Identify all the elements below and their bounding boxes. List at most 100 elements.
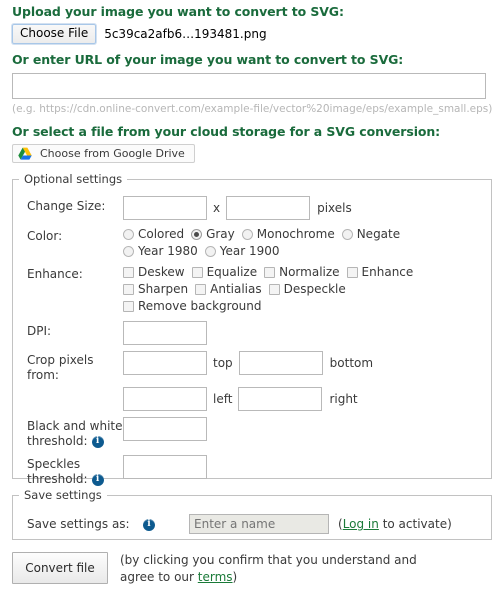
color-option-gray[interactable]: Gray (191, 226, 235, 243)
enhance-option-normalize[interactable]: Normalize (264, 264, 340, 281)
change-size-unit: pixels (317, 201, 352, 215)
radio-year-1980[interactable] (123, 246, 134, 257)
enhance-option-equalize[interactable]: Equalize (191, 264, 258, 281)
speckles-threshold-row: Speckles threshold: (27, 455, 491, 487)
radio-monochrome[interactable] (241, 229, 253, 240)
crop-label-line1: Crop pixels (27, 353, 94, 367)
crop-right-input[interactable] (238, 387, 323, 411)
save-settings-info-icon[interactable] (143, 518, 155, 531)
selected-file-name: 5c39ca2afb6…193481.png (104, 27, 267, 41)
enhance-option-normalize-label: Normalize (279, 265, 340, 279)
color-label: Color: (27, 229, 63, 243)
checkbox-remove-background[interactable] (123, 301, 134, 312)
enhance-option-enhance-label: Enhance (361, 265, 414, 279)
color-option-colored[interactable]: Colored (123, 226, 184, 243)
enhance-option-despeckle-label: Despeckle (283, 282, 346, 296)
radio-year-1900[interactable] (204, 246, 216, 257)
checkbox-sharpen[interactable] (123, 284, 134, 295)
bw-threshold-label: Black and white threshold: (27, 417, 123, 449)
enhance-option-antialias[interactable]: Antialias (195, 281, 262, 298)
file-upload-row: Choose File 5c39ca2afb6…193481.png (12, 24, 492, 44)
dpi-row: DPI: (27, 321, 491, 345)
crop-left-input[interactable] (123, 387, 207, 411)
enhance-option-despeckle[interactable]: Despeckle (268, 281, 346, 298)
speckles-threshold-label-line2: threshold: (27, 472, 88, 486)
radio-negate[interactable] (341, 229, 353, 240)
bw-threshold-row: Black and white threshold: (27, 417, 491, 449)
terms-link[interactable]: terms (198, 570, 233, 584)
color-option-year-1900[interactable]: Year 1900 (204, 243, 280, 260)
enhance-option-sharpen[interactable]: Sharpen (123, 281, 188, 298)
google-drive-label: Choose from Google Drive (40, 147, 185, 160)
save-settings-fieldset: Save settings Save settings as: (Log in … (12, 488, 492, 540)
enhance-label: Enhance: (27, 267, 83, 281)
color-option-colored-label: Colored (138, 227, 185, 241)
enhance-option-deskew-label: Deskew (138, 265, 185, 279)
color-row: Color: Colored Gray Monochrome Negate Ye… (27, 226, 491, 260)
crop-left-unit: left (213, 392, 233, 406)
crop-label-line2: from: (27, 368, 59, 382)
optional-settings-legend: Optional settings (24, 172, 123, 186)
terms-text: (by clicking you confirm that you unders… (120, 552, 417, 586)
upload-heading: Upload your image you want to convert to… (12, 4, 344, 19)
enhance-option-enhance[interactable]: Enhance (346, 264, 414, 281)
enhance-option-sharpen-label: Sharpen (138, 282, 189, 296)
change-size-height-input[interactable] (226, 196, 311, 220)
color-option-gray-label: Gray (206, 227, 235, 241)
bw-threshold-label-line1: Black and white (27, 419, 123, 433)
crop-top-bottom-row: Crop pixels from: top bottom (27, 351, 491, 383)
checkbox-enhance[interactable] (346, 267, 358, 278)
dpi-input[interactable] (123, 321, 207, 345)
speckles-threshold-label: Speckles threshold: (27, 455, 123, 487)
crop-bottom-input[interactable] (238, 351, 323, 375)
color-option-year-1980[interactable]: Year 1980 (123, 243, 198, 260)
bw-threshold-input[interactable] (123, 417, 207, 441)
url-input[interactable] (12, 73, 486, 99)
cloud-storage-heading: Or select a file from your cloud storage… (12, 124, 441, 139)
save-settings-info-wrap (139, 517, 189, 531)
url-heading: Or enter URL of your image you want to c… (12, 52, 404, 67)
color-option-year-1900-label: Year 1900 (219, 244, 280, 258)
google-drive-icon (18, 147, 32, 160)
speckles-threshold-info-icon[interactable] (91, 473, 104, 486)
crop-left-right-row: left right (27, 387, 491, 411)
enhance-option-remove-background[interactable]: Remove background (123, 298, 262, 315)
bw-threshold-info-icon[interactable] (91, 435, 104, 448)
crop-top-input[interactable] (123, 351, 207, 375)
change-size-row: Change Size: x pixels (27, 196, 491, 220)
speckles-threshold-label-line1: Speckles (27, 457, 81, 471)
checkbox-deskew[interactable] (123, 267, 134, 278)
url-hint: (e.g. https://cdn.online-convert.com/exa… (12, 103, 493, 115)
save-settings-note: (Log in to activate) (338, 517, 452, 531)
change-size-label: Change Size: (27, 199, 106, 213)
crop-top-unit: top (213, 356, 233, 370)
save-settings-name-input[interactable] (189, 514, 329, 534)
radio-colored[interactable] (123, 229, 134, 240)
login-link[interactable]: Log in (343, 517, 379, 531)
checkbox-equalize[interactable] (191, 267, 203, 278)
checkbox-antialias[interactable] (195, 284, 207, 295)
color-option-negate[interactable]: Negate (341, 226, 400, 243)
crop-label: Crop pixels from: (27, 351, 123, 383)
choose-from-google-drive-button[interactable]: Choose from Google Drive (12, 144, 195, 163)
convert-row: Convert file (by clicking you confirm th… (12, 552, 492, 586)
enhance-option-remove-background-label: Remove background (138, 299, 262, 313)
optional-settings-fieldset: Optional settings Change Size: x pixels … (12, 172, 492, 486)
save-settings-label: Save settings as: (27, 517, 130, 531)
terms-line2-prefix: agree to our (120, 570, 198, 584)
convert-file-button[interactable]: Convert file (12, 552, 108, 584)
change-size-separator: x (213, 201, 221, 215)
enhance-option-deskew[interactable]: Deskew (123, 264, 185, 281)
enhance-option-equalize-label: Equalize (206, 265, 258, 279)
checkbox-despeckle[interactable] (268, 284, 280, 295)
crop-bottom-unit: bottom (329, 356, 374, 370)
checkbox-normalize[interactable] (264, 267, 276, 278)
change-size-width-input[interactable] (123, 196, 207, 220)
choose-file-button[interactable]: Choose File (12, 24, 97, 44)
speckles-threshold-input[interactable] (123, 455, 207, 479)
radio-gray[interactable] (191, 229, 203, 240)
color-option-monochrome[interactable]: Monochrome (241, 226, 335, 243)
enhance-row: Enhance: Deskew Equalize Normalize Enhan… (27, 264, 491, 315)
save-settings-row: Save settings as: (Log in to activate) (13, 502, 491, 534)
save-settings-legend: Save settings (24, 488, 102, 502)
